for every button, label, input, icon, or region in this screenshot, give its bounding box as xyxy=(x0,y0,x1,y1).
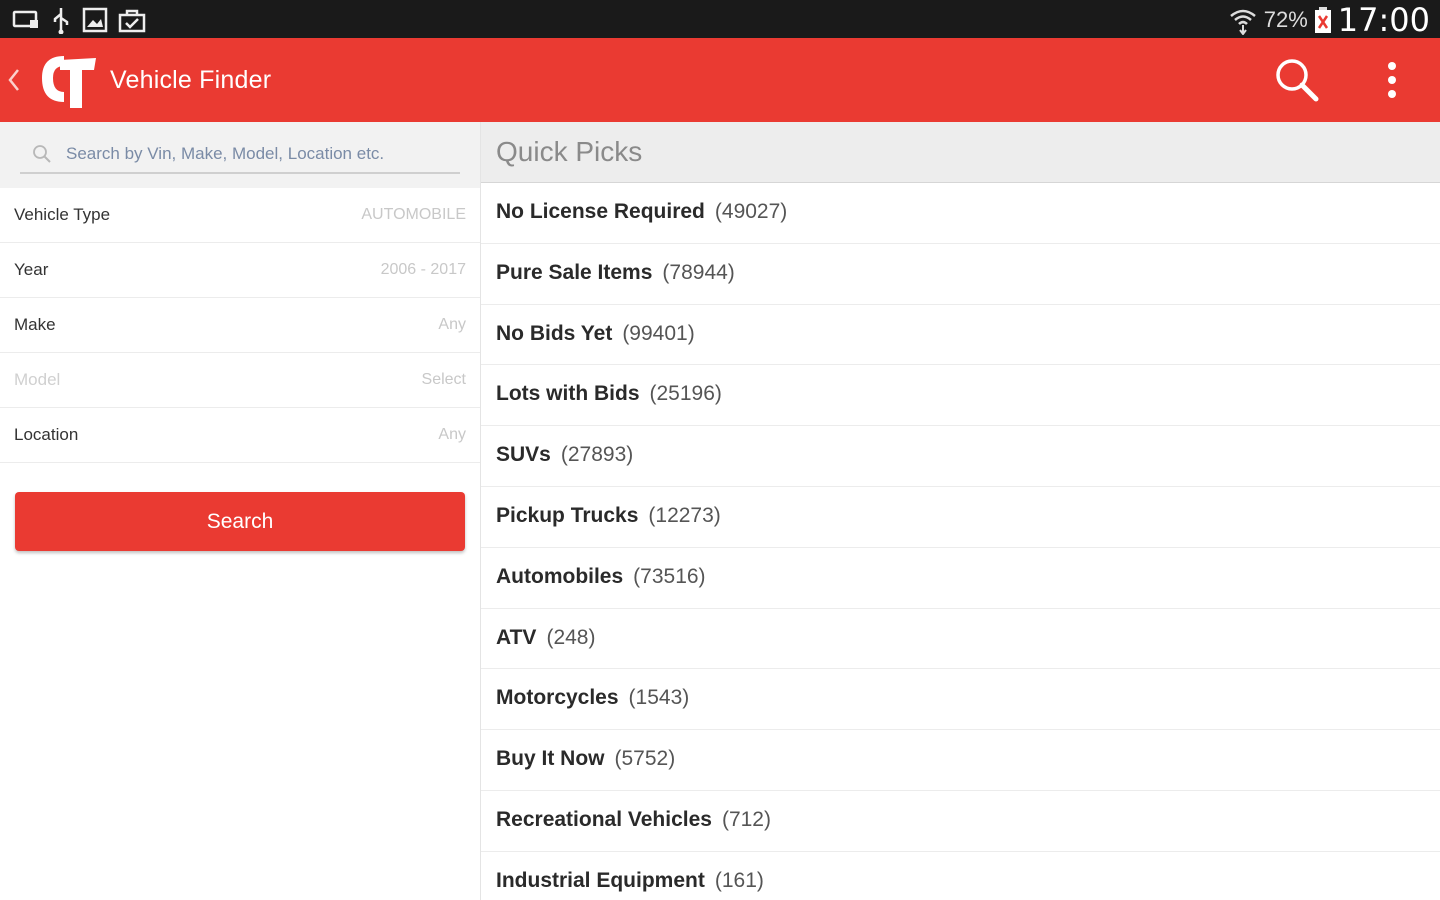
quick-pick-count: (49027) xyxy=(714,200,788,223)
quick-pick-name: ATV xyxy=(496,625,537,649)
quick-pick-item[interactable]: Industrial Equipment (161) xyxy=(481,852,1440,900)
filter-value: Select xyxy=(421,371,466,388)
quick-pick-label: Motorcycles (1543) xyxy=(496,686,689,710)
quick-pick-name: No Bids Yet xyxy=(496,321,613,345)
filter-value: Any xyxy=(438,426,466,443)
quick-pick-item[interactable]: Pure Sale Items (78944) xyxy=(481,244,1440,305)
quick-pick-item[interactable]: Lots with Bids (25196) xyxy=(481,365,1440,427)
quick-pick-count: (5752) xyxy=(614,747,676,771)
quick-pick-label: No License Required (49027) xyxy=(496,200,787,224)
quick-pick-count: (161) xyxy=(714,868,764,892)
filter-value: AUTOMOBILE xyxy=(361,206,466,223)
gallery-icon xyxy=(82,7,108,33)
quick-pick-count: (78944) xyxy=(662,260,735,284)
quick-pick-label: Recreational Vehicles (712) xyxy=(496,808,771,832)
app-bar: Vehicle Finder xyxy=(0,38,1440,122)
quick-pick-name: Lots with Bids xyxy=(496,382,640,406)
filter-panel: Vehicle Type AUTOMOBILE Year 2006 - 2017… xyxy=(0,122,480,900)
filter-model: Model Select xyxy=(0,353,480,408)
quick-pick-label: No Bids Yet (99401) xyxy=(496,322,695,346)
filter-label: Year xyxy=(14,260,49,279)
search-icon[interactable] xyxy=(1272,56,1322,104)
filter-year[interactable]: Year 2006 - 2017 xyxy=(0,243,480,298)
quick-pick-count: (27893) xyxy=(560,443,634,467)
quick-pick-item[interactable]: Motorcycles (1543) xyxy=(481,669,1440,731)
quick-pick-label: Pure Sale Items (78944) xyxy=(496,261,735,285)
screen-cast-icon xyxy=(12,10,38,28)
quick-pick-count: (99401) xyxy=(622,321,695,345)
filter-make[interactable]: Make Any xyxy=(0,298,480,353)
quick-pick-count: (12273) xyxy=(648,503,721,527)
filter-location[interactable]: Location Any xyxy=(0,408,480,463)
filter-value: 2006 - 2017 xyxy=(380,261,466,278)
quick-pick-name: No License Required xyxy=(496,200,705,223)
battery-percent: 72% xyxy=(1263,7,1308,32)
filter-label: Make xyxy=(14,315,56,334)
quick-pick-item[interactable]: No Bids Yet (99401) xyxy=(481,305,1440,366)
quick-pick-item[interactable]: SUVs (27893) xyxy=(481,426,1440,487)
status-bar: 72% 17:00 xyxy=(0,0,1440,39)
filter-label: Model xyxy=(14,370,61,389)
quick-picks-title: Quick Picks xyxy=(496,136,643,167)
filter-label: Location xyxy=(14,425,79,444)
search-field[interactable] xyxy=(20,136,460,174)
quick-pick-item[interactable]: No License Required (49027) xyxy=(481,183,1440,244)
clock: 17:00 xyxy=(1337,1,1430,39)
filter-vehicle-type[interactable]: Vehicle Type AUTOMOBILE xyxy=(0,188,480,243)
quick-pick-item[interactable]: Recreational Vehicles (712) xyxy=(481,791,1440,852)
quick-pick-count: (25196) xyxy=(649,382,722,406)
quick-pick-label: ATV (248) xyxy=(496,626,595,650)
quick-pick-label: Buy It Now (5752) xyxy=(496,747,675,771)
quick-pick-name: Motorcycles xyxy=(496,686,619,710)
quick-pick-count: (73516) xyxy=(633,564,706,588)
system-status: 72% 17:00 xyxy=(1228,1,1430,39)
wifi-icon xyxy=(1229,9,1256,35)
filter-label: Vehicle Type xyxy=(14,205,111,224)
quick-pick-count: (1543) xyxy=(628,686,690,710)
quick-picks-header: Quick Picks xyxy=(481,122,1440,183)
briefcase-icon xyxy=(118,9,146,33)
search-button[interactable]: Search xyxy=(15,492,465,551)
quick-pick-name: Pickup Trucks xyxy=(496,503,639,527)
quick-pick-name: Buy It Now xyxy=(496,747,605,771)
app-title: Vehicle Finder xyxy=(110,66,272,94)
quick-pick-name: Recreational Vehicles xyxy=(496,807,712,831)
quick-pick-label: Automobiles (73516) xyxy=(496,565,706,589)
search-box xyxy=(0,122,480,188)
search-input[interactable] xyxy=(66,140,456,168)
quick-pick-item[interactable]: Buy It Now (5752) xyxy=(481,730,1440,791)
overflow-menu-icon[interactable] xyxy=(1376,60,1408,102)
quick-pick-name: Industrial Equipment xyxy=(496,868,705,892)
quick-pick-count: (712) xyxy=(721,807,771,831)
quick-pick-item[interactable]: Automobiles (73516) xyxy=(481,548,1440,609)
quick-pick-item[interactable]: ATV (248) xyxy=(481,609,1440,670)
quick-pick-label: Pickup Trucks (12273) xyxy=(496,504,721,528)
quick-pick-label: Lots with Bids (25196) xyxy=(496,382,722,406)
quick-pick-label: Industrial Equipment (161) xyxy=(496,869,764,893)
quick-pick-label: SUVs (27893) xyxy=(496,443,633,467)
notification-icons xyxy=(12,6,146,34)
back-chevron-icon[interactable] xyxy=(6,66,22,94)
search-icon xyxy=(33,145,51,163)
quick-pick-item[interactable]: Pickup Trucks (12273) xyxy=(481,487,1440,548)
quick-pick-count: (248) xyxy=(546,625,596,649)
quick-picks-list: No License Required (49027) Pure Sale Ite… xyxy=(481,183,1440,900)
quick-pick-name: Pure Sale Items xyxy=(496,260,653,284)
quick-pick-name: Automobiles xyxy=(496,564,624,588)
battery-charging-icon xyxy=(1314,7,1331,33)
quick-pick-name: SUVs xyxy=(496,443,551,467)
ct-logo[interactable] xyxy=(36,50,98,110)
quick-picks-panel: Quick Picks No License Required (49027) P… xyxy=(480,122,1440,900)
filter-value: Any xyxy=(438,316,466,333)
usb-icon xyxy=(53,8,69,34)
